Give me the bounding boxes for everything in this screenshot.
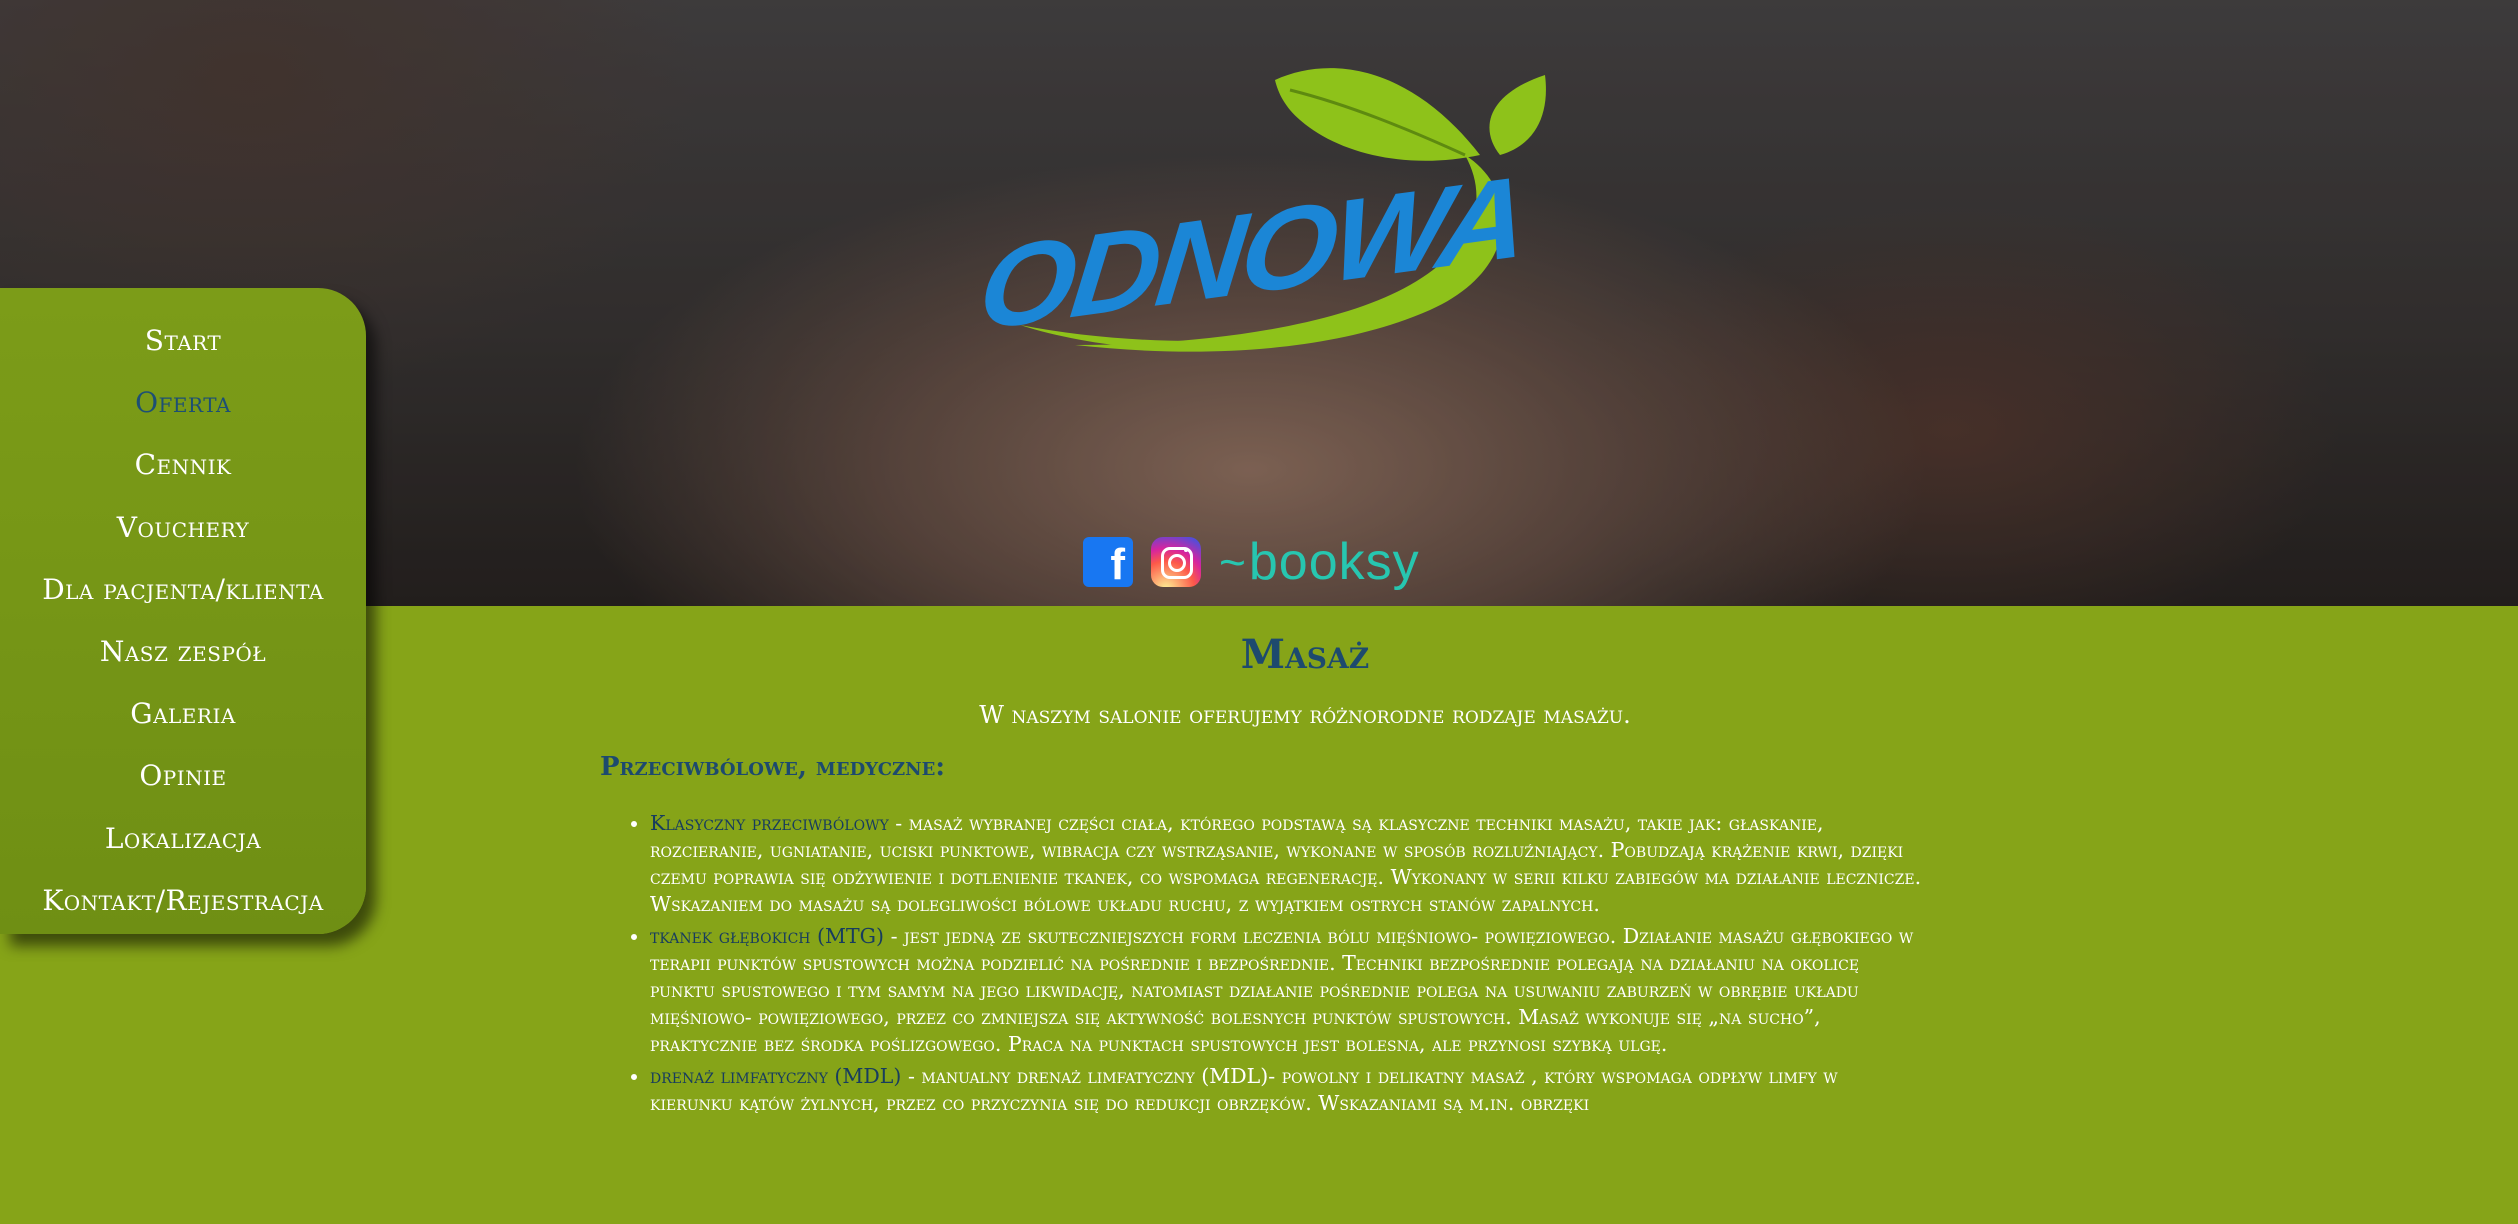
hero-banner: ODNOWA f ~ booksy: [0, 0, 2518, 606]
nav-item-vouchery[interactable]: Vouchery: [0, 497, 366, 559]
odnowa-logo[interactable]: ODNOWA: [960, 60, 1560, 400]
nav-item-galeria[interactable]: Galeria: [0, 683, 366, 745]
logo-graphic: ODNOWA: [973, 68, 1546, 355]
nav-item-lokalizacja[interactable]: Lokalizacja: [0, 808, 366, 870]
section-heading: Przeciwbólowe, medyczne:: [600, 752, 945, 782]
list-item: Klasyczny przeciwbólowy - masaż wybranej…: [650, 810, 1922, 918]
nav-item-opinie[interactable]: Opinie: [0, 745, 366, 807]
facebook-glyph: f: [1110, 540, 1125, 589]
massage-list: Klasyczny przeciwbólowy - masaż wybranej…: [600, 810, 1922, 1117]
main-nav: Start Oferta Cennik Vouchery Dla pacjent…: [0, 288, 366, 934]
social-links: f ~ booksy: [1083, 535, 1420, 589]
list-item-term: Klasyczny przeciwbólowy: [650, 811, 889, 835]
instagram-lens: [1168, 554, 1186, 572]
list-item: drenaż limfatyczny (MDL) - manualny dren…: [650, 1063, 1922, 1117]
list-item: tkanek głębokich (MTG) - jest jedną ze s…: [650, 923, 1922, 1058]
instagram-dot: [1184, 548, 1188, 552]
main-content: Masaż W naszym salonie oferujemy różnoro…: [600, 630, 1922, 1122]
nav-item-cennik[interactable]: Cennik: [0, 434, 366, 496]
list-item-term: tkanek głębokich (MTG): [650, 924, 885, 948]
intro-text: W naszym salonie oferujemy różnorodne ro…: [979, 701, 1631, 729]
svg-text:ODNOWA: ODNOWA: [973, 152, 1530, 355]
list-item-term: drenaż limfatyczny (MDL): [650, 1064, 902, 1088]
booksy-label: booksy: [1248, 533, 1420, 591]
nav-item-start[interactable]: Start: [0, 310, 366, 372]
instagram-icon[interactable]: [1151, 537, 1201, 587]
nav-item-nasz-zespol[interactable]: Nasz zespół: [0, 621, 366, 683]
booksy-link[interactable]: ~ booksy: [1219, 536, 1420, 588]
nav-item-kontakt[interactable]: Kontakt/Rejestracja: [0, 870, 366, 932]
facebook-icon[interactable]: f: [1083, 537, 1133, 587]
nav-item-oferta[interactable]: Oferta: [0, 372, 366, 434]
booksy-icon: ~: [1219, 536, 1247, 588]
nav-item-dla-pacjenta[interactable]: Dla pacjenta/klienta: [0, 559, 366, 621]
page-title: Masaż: [1240, 631, 1370, 678]
